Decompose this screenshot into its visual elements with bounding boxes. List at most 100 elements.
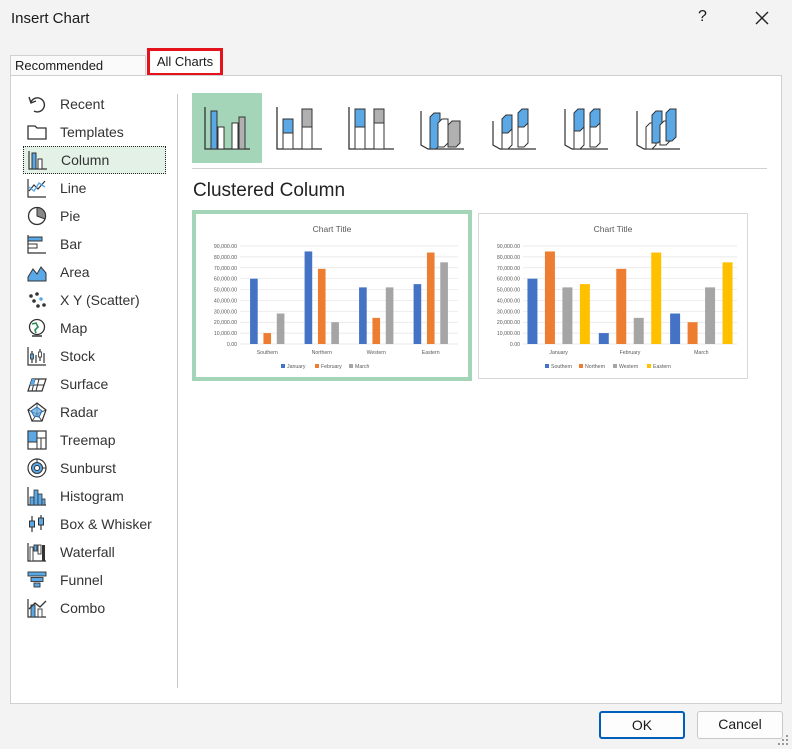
sidebar-item-box-whisker[interactable]: Box & Whisker — [23, 510, 166, 538]
x-tick-label: Southern — [257, 350, 278, 356]
histogram-chart-icon — [27, 487, 46, 506]
radar-chart-icon — [27, 402, 47, 422]
sidebar-item-treemap[interactable]: Treemap — [23, 426, 166, 454]
sidebar-item-histogram[interactable]: Histogram — [23, 482, 166, 510]
sidebar-item-recent[interactable]: Recent — [23, 90, 166, 118]
bar — [598, 333, 609, 344]
bar — [651, 252, 662, 344]
sunburst-chart-icon — [27, 458, 47, 478]
legend-swatch — [647, 364, 651, 368]
y-tick-label: 40,000.00 — [214, 298, 237, 304]
y-tick-label: 60,000.00 — [214, 277, 237, 283]
y-tick-label: 80,000.00 — [214, 255, 237, 261]
bar — [579, 284, 590, 344]
tab-recommended-charts[interactable]: Recommended Charts — [10, 55, 146, 93]
bar — [633, 317, 644, 344]
bar — [263, 333, 272, 344]
sidebar-item-pie[interactable]: Pie — [23, 202, 166, 230]
chart-preview-svg-1: Chart Title 0.00 10,000.00 20,000.00 30,000.… — [214, 224, 458, 370]
window-title: Insert Chart — [11, 10, 90, 27]
legend-label: Northern — [585, 364, 605, 370]
sidebar-item-combo[interactable]: Combo — [23, 594, 166, 622]
bar — [527, 278, 538, 344]
y-tick-label: 30,000.00 — [497, 309, 520, 315]
sidebar-item-waterfall[interactable]: Waterfall — [23, 538, 166, 566]
sidebar-item-column[interactable]: Column — [23, 146, 166, 174]
treemap-chart-icon — [27, 430, 47, 450]
subtype-clustered-column[interactable] — [192, 93, 262, 163]
y-tick-label: 20,000.00 — [214, 320, 237, 326]
bar — [372, 317, 381, 344]
bar — [440, 262, 448, 344]
x-tick-label: February — [620, 350, 641, 356]
bar — [544, 251, 555, 344]
sidebar-item-map[interactable]: Map — [23, 314, 166, 342]
y-tick-label: 0.00 — [227, 342, 237, 348]
y-tick-label: 50,000.00 — [214, 288, 237, 294]
y-tick-label: 10,000.00 — [214, 331, 237, 337]
combo-chart-icon — [27, 599, 47, 618]
legend-swatch — [315, 364, 319, 368]
bar — [722, 262, 733, 344]
bar — [705, 287, 716, 344]
y-tick-label: 80,000.00 — [497, 255, 520, 261]
bar — [670, 313, 681, 344]
legend-swatch — [349, 364, 353, 368]
stacked-column-icon — [276, 107, 322, 150]
area-chart-icon — [27, 266, 47, 282]
x-tick-label: January — [549, 350, 568, 356]
folder-icon — [27, 125, 47, 140]
sidebar-item-funnel[interactable]: Funnel — [23, 566, 166, 594]
chart-preview-by-month[interactable]: Chart Title 0.00 10,000.00 20,000.00 30,000.… — [478, 213, 748, 379]
y-tick-label: 70,000.00 — [497, 266, 520, 272]
sidebar-item-area[interactable]: Area — [23, 258, 166, 286]
3d-clustered-column-icon — [420, 111, 464, 150]
subtype-3d-clustered-column[interactable] — [408, 93, 478, 163]
y-tick-label: 0.00 — [510, 342, 520, 348]
sidebar-item-sunburst[interactable]: Sunburst — [23, 454, 166, 482]
subtype-100-stacked-column[interactable] — [336, 93, 406, 163]
subtype-3d-column[interactable] — [624, 93, 694, 163]
gallery-separator — [192, 168, 767, 169]
sidebar-item-line[interactable]: Line — [23, 174, 166, 202]
box-whisker-chart-icon — [29, 515, 44, 532]
legend-label: March — [355, 364, 370, 370]
dialog-footer: OK Cancel — [0, 704, 792, 749]
waterfall-chart-icon — [27, 543, 46, 562]
vertical-divider — [177, 94, 178, 688]
bar — [250, 278, 258, 344]
bar — [304, 251, 313, 344]
sidebar-item-bar[interactable]: Bar — [23, 230, 166, 258]
y-tick-label: 40,000.00 — [497, 298, 520, 304]
sidebar-item-radar[interactable]: Radar — [23, 398, 166, 426]
subtype-3d-stacked-column[interactable] — [480, 93, 550, 163]
subtype-3d-100-stacked-column[interactable] — [552, 93, 622, 163]
surface-chart-icon — [27, 378, 47, 392]
legend-swatch — [613, 364, 617, 368]
cancel-button[interactable]: Cancel — [697, 711, 783, 739]
y-tick-label: 30,000.00 — [214, 309, 237, 315]
x-tick-label: Eastern — [422, 350, 440, 356]
sidebar-item-scatter[interactable]: X Y (Scatter) — [23, 286, 166, 314]
bar — [562, 287, 573, 344]
y-tick-label: 90,000.00 — [214, 244, 237, 250]
chart-subtype-gallery — [192, 93, 767, 163]
tab-all-charts[interactable]: All Charts — [147, 48, 223, 76]
ok-button[interactable]: OK — [599, 711, 685, 739]
sidebar-item-surface[interactable]: Surface — [23, 370, 166, 398]
legend-label: Western — [619, 364, 638, 370]
bar — [331, 322, 339, 344]
close-icon[interactable] — [750, 6, 774, 30]
subtype-stacked-column[interactable] — [264, 93, 334, 163]
x-tick-label: March — [694, 350, 709, 356]
title-bar: Insert Chart ? — [0, 0, 792, 36]
help-button[interactable]: ? — [698, 8, 707, 26]
chart-type-list: Recent Templates Column Line Pie Bar Are… — [23, 90, 166, 622]
resize-grip-icon[interactable] — [776, 733, 790, 747]
bar — [317, 268, 326, 344]
chart-preview-by-region[interactable]: Chart Title 0.00 10,000.00 20,000.00 30,000.… — [192, 210, 472, 381]
legend-swatch — [281, 364, 285, 368]
sidebar-item-stock[interactable]: Stock — [23, 342, 166, 370]
bar — [385, 287, 394, 344]
sidebar-item-templates[interactable]: Templates — [23, 118, 166, 146]
